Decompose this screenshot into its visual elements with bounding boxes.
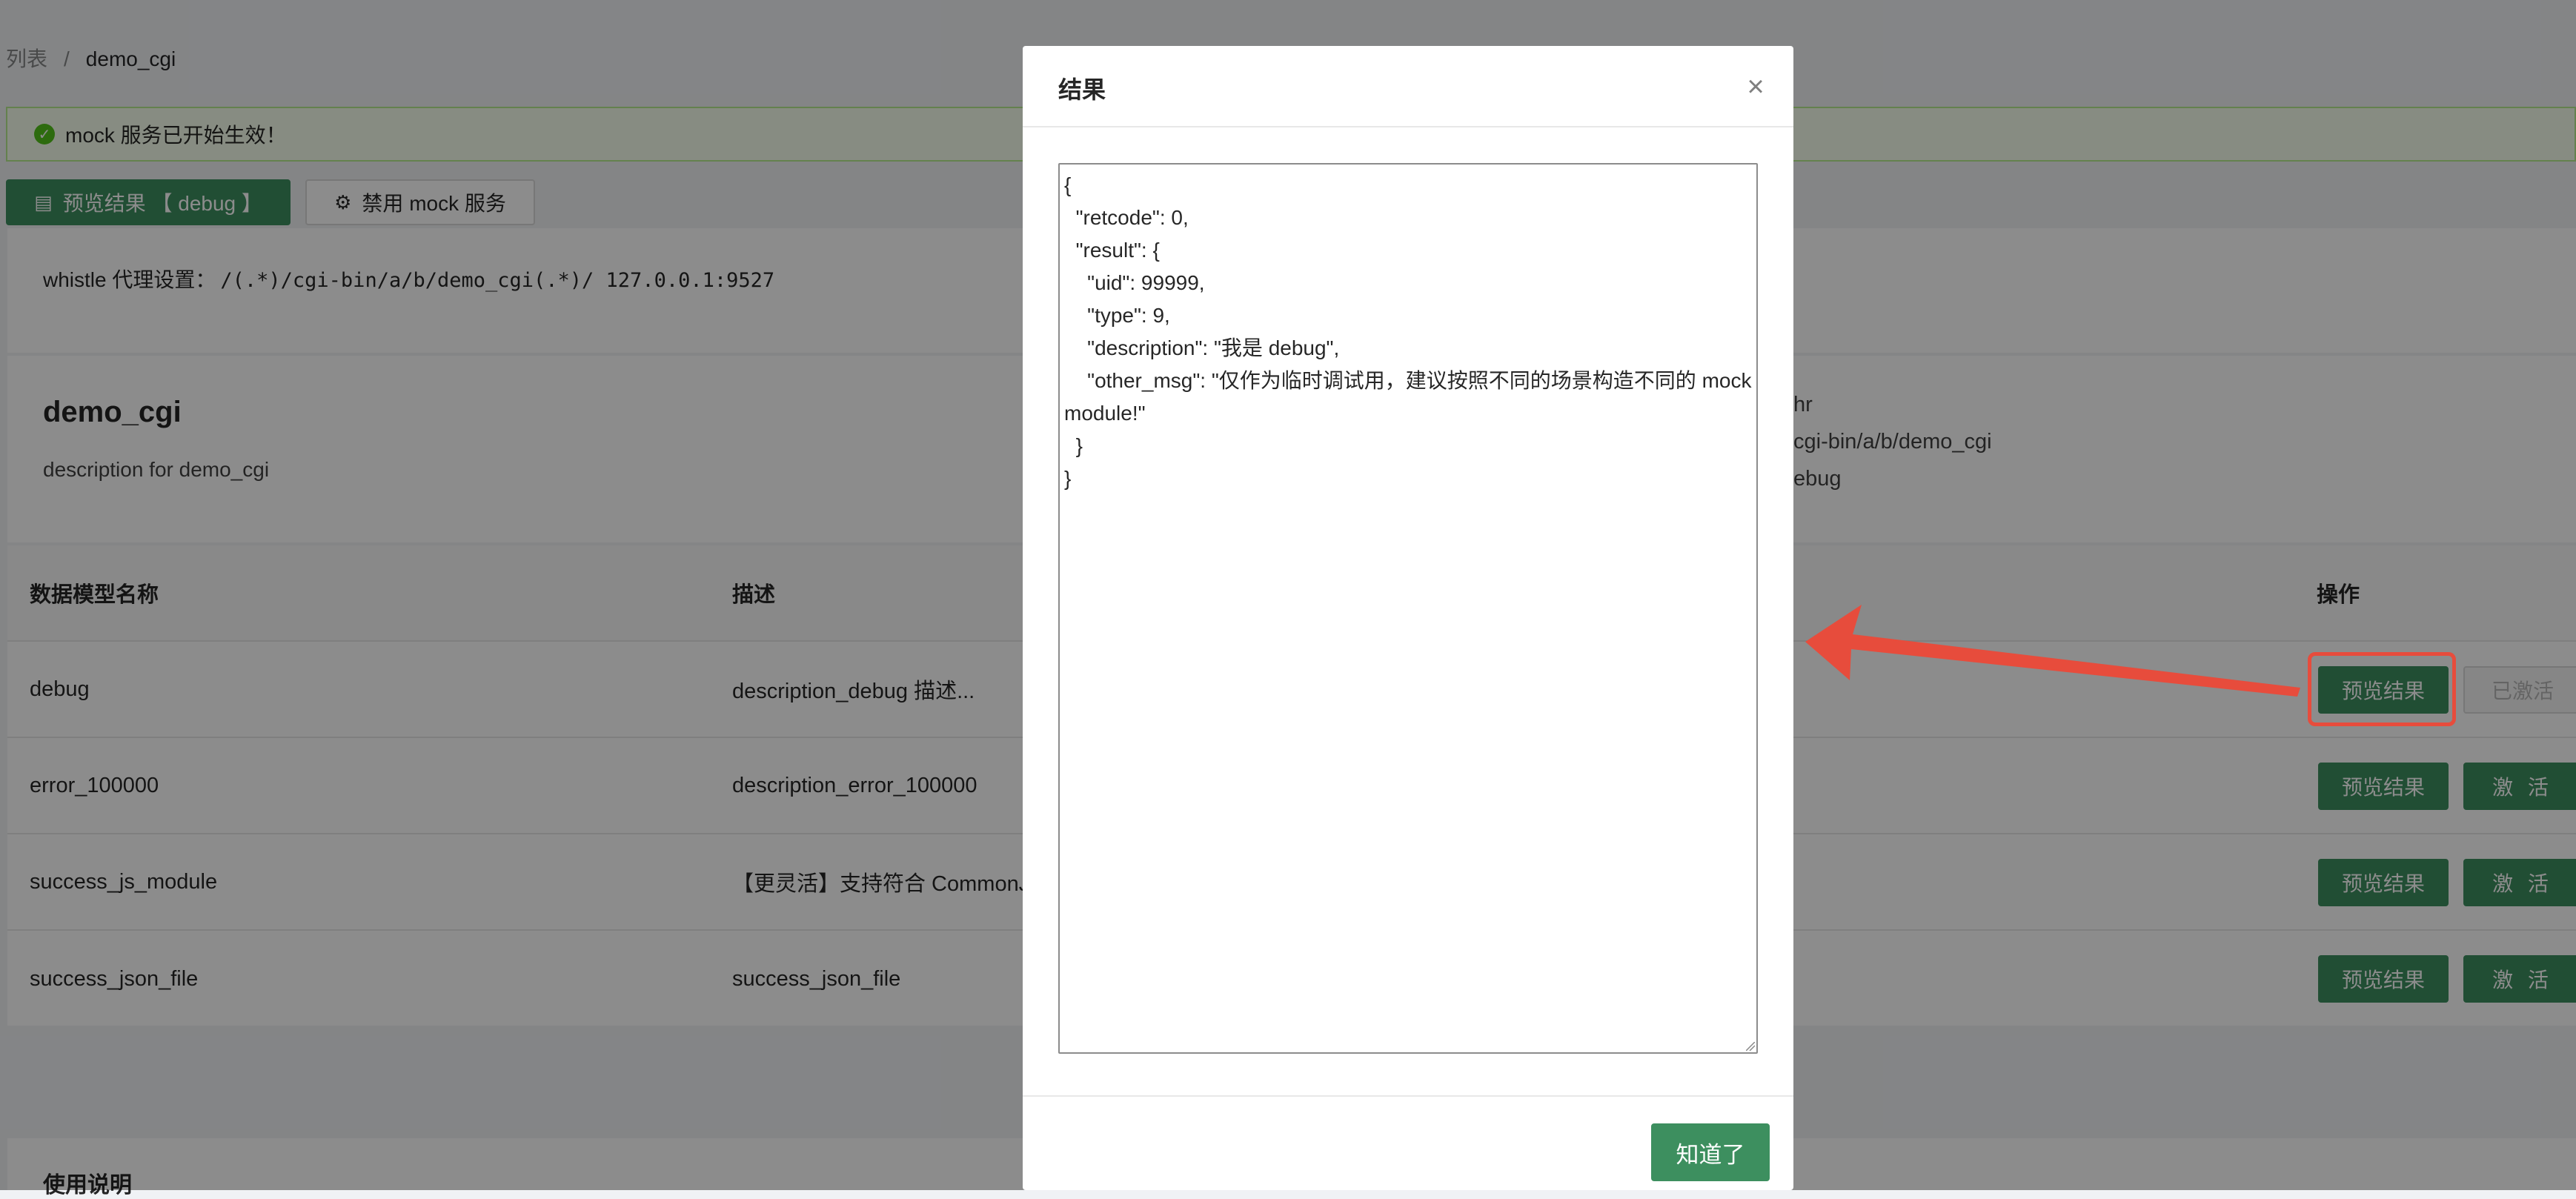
result-modal: 结果 × { "retcode": 0, "result": { "uid": …: [1023, 46, 1793, 1190]
close-icon[interactable]: ×: [1736, 67, 1776, 107]
resize-handle-icon[interactable]: [1746, 1042, 1755, 1051]
modal-footer: 知道了: [1023, 1095, 1793, 1190]
result-textarea[interactable]: { "retcode": 0, "result": { "uid": 99999…: [1058, 163, 1758, 1054]
modal-header: 结果 ×: [1023, 46, 1793, 127]
ok-button[interactable]: 知道了: [1651, 1123, 1770, 1181]
annotation-arrow-shape: [1805, 605, 2300, 697]
modal-title: 结果: [1058, 76, 1106, 103]
